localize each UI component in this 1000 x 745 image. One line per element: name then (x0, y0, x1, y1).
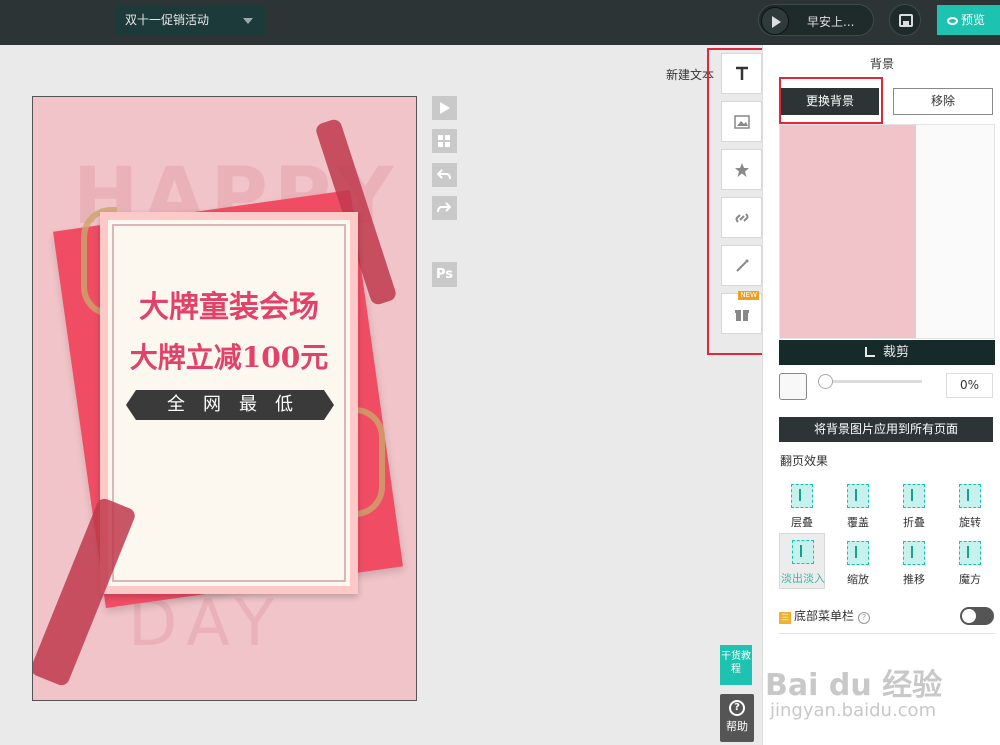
poster-subheadline[interactable]: 大牌立减100元 (108, 336, 350, 376)
effect-zoom[interactable]: 缩放 (835, 535, 881, 591)
photoshop-import-button[interactable]: Ps (432, 262, 457, 287)
effect-label: 覆盖 (847, 516, 869, 529)
eye-icon (947, 17, 958, 25)
panel-title: 背景 (869, 57, 894, 71)
music-player[interactable]: 早安上... (758, 4, 874, 36)
play-page-button[interactable] (432, 96, 457, 120)
insert-image-button[interactable] (721, 101, 762, 142)
grid-button[interactable] (432, 129, 457, 153)
effect-label: 淡出淡入 (781, 572, 825, 585)
stack-effect-icon (791, 484, 813, 508)
push-effect-icon (903, 541, 925, 565)
rotate-effect-icon (959, 484, 981, 508)
insert-text-button[interactable] (721, 53, 762, 94)
preview-button[interactable]: 预览 (937, 5, 1000, 35)
effect-stack[interactable]: 层叠 (779, 478, 825, 534)
background-preview (779, 124, 995, 339)
bottom-menu-setting: 三底部菜单栏? (779, 607, 871, 624)
effect-fold[interactable]: 折叠 (891, 478, 937, 534)
effect-rotate[interactable]: 旋转 (947, 478, 993, 534)
magic-wand-icon (736, 259, 749, 272)
undo-button[interactable] (432, 163, 457, 187)
insert-shape-button[interactable] (721, 149, 762, 190)
text-icon (736, 66, 748, 80)
grid-icon (438, 135, 450, 147)
watermark-logo: Bai du 经验 (765, 668, 943, 703)
opacity-slider-handle[interactable] (818, 374, 833, 389)
effect-cover[interactable]: 覆盖 (835, 478, 881, 534)
new-badge: NEW (738, 291, 759, 300)
redo-icon (437, 202, 451, 213)
effect-label: 魔方 (959, 573, 981, 586)
save-button[interactable] (889, 4, 921, 36)
help-button[interactable]: ? 帮助 (720, 694, 754, 742)
top-bar: 双十一促销活动 早安上... 预览 (0, 0, 1000, 45)
effect-label: 折叠 (903, 516, 925, 529)
background-color-picker[interactable] (779, 373, 807, 400)
effect-label: 旋转 (959, 516, 981, 529)
music-title: 早安上... (807, 15, 855, 29)
image-icon (734, 115, 750, 129)
crop-label: 裁剪 (882, 345, 909, 360)
crop-button[interactable]: 裁剪 (779, 340, 995, 365)
effect-push[interactable]: 推移 (891, 535, 937, 591)
menu-bar-icon: 三 (779, 612, 791, 624)
watermark-url: jingyan.baidu.com (770, 700, 937, 721)
poster-card[interactable]: 大牌童装会场 大牌立减100元 全网最低 (100, 212, 358, 594)
effect-label: 推移 (903, 573, 925, 586)
effect-fade[interactable]: 淡出淡入 (779, 533, 825, 589)
fade-effect-icon (792, 540, 814, 564)
star-icon (735, 163, 749, 177)
poster-headline[interactable]: 大牌童装会场 (108, 282, 350, 326)
link-icon (735, 213, 749, 223)
insert-component-button[interactable]: NEW (721, 291, 762, 334)
zoom-effect-icon (847, 541, 869, 565)
crop-icon (864, 347, 875, 357)
bottom-menu-toggle[interactable] (960, 607, 994, 625)
gift-icon (735, 310, 749, 321)
effect-label: 层叠 (791, 516, 813, 529)
insert-link-button[interactable] (721, 197, 762, 238)
document-title: 双十一促销活动 (125, 13, 210, 27)
redo-button[interactable] (432, 196, 457, 220)
tutorial-button[interactable]: 干货教程 (720, 645, 752, 685)
cover-effect-icon (847, 484, 869, 508)
document-select[interactable]: 双十一促销活动 (115, 6, 265, 35)
opacity-value[interactable]: 0% (946, 373, 993, 398)
background-swatch (780, 125, 916, 338)
preview-label: 预览 (961, 13, 986, 27)
panel-divider (779, 633, 995, 634)
play-icon (440, 102, 450, 114)
insert-effect-button[interactable] (721, 245, 762, 286)
change-background-button[interactable]: 更换背景 (781, 88, 879, 115)
page-transition-title: 翻页效果 (780, 454, 829, 468)
help-label: 帮助 (726, 720, 748, 733)
effect-cube[interactable]: 魔方 (947, 535, 993, 591)
cube-effect-icon (959, 541, 981, 565)
fold-effect-icon (903, 484, 925, 508)
undo-icon (437, 169, 451, 180)
help-icon[interactable]: ? (858, 612, 871, 624)
chevron-down-icon (243, 18, 253, 24)
save-icon (899, 14, 913, 27)
opacity-slider-track[interactable] (822, 380, 922, 383)
remove-background-button[interactable]: 移除 (893, 88, 993, 115)
effect-label: 缩放 (847, 573, 869, 586)
apply-to-all-pages-button[interactable]: 将背景图片应用到所有页面 (779, 417, 993, 442)
question-icon: ? (729, 700, 745, 716)
page-canvas[interactable]: HAPPY DAY 大牌童装会场 大牌立减100元 全网最低 (32, 96, 417, 701)
bottom-menu-label: 底部菜单栏 (794, 609, 855, 623)
poster-banner[interactable]: 全网最低 (126, 390, 334, 420)
play-icon[interactable] (761, 7, 789, 35)
